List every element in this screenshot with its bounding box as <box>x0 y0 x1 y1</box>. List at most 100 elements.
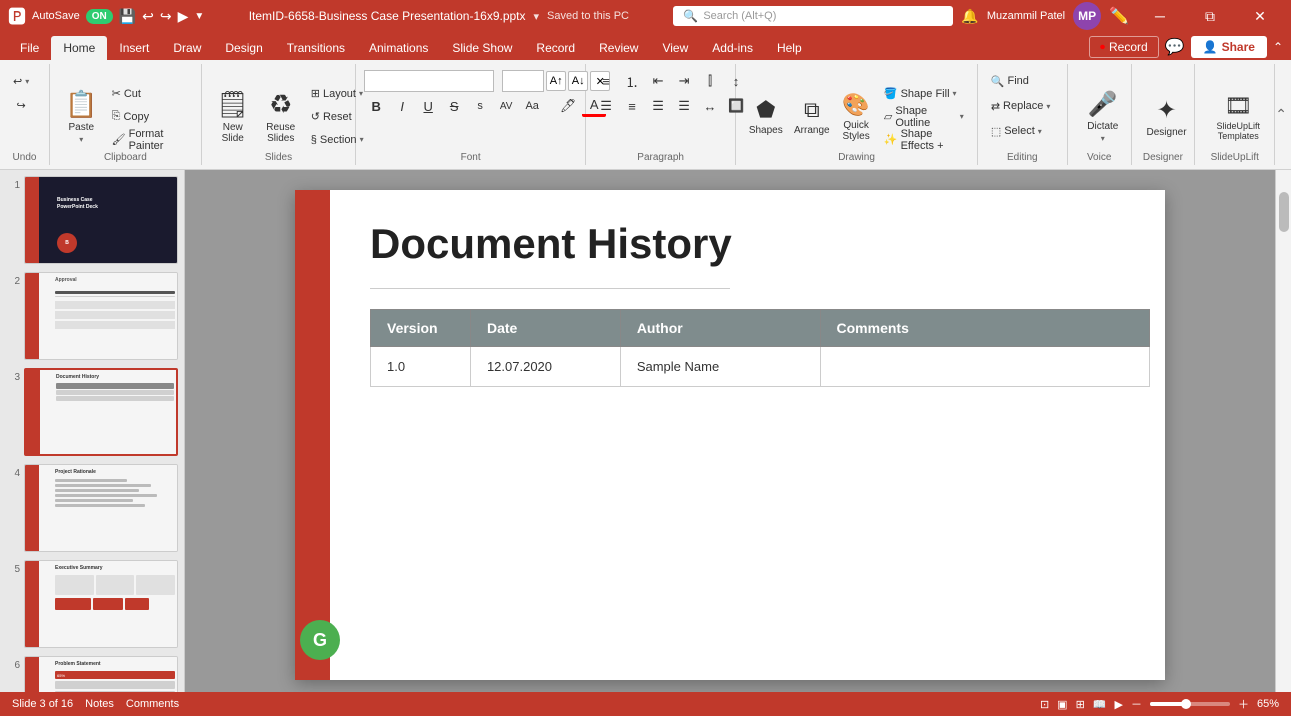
quick-styles-button[interactable]: 🎨 Quick Styles <box>836 84 876 150</box>
copy-button[interactable]: ⎘ Copy <box>107 106 193 128</box>
numbered-list-button[interactable]: ⒈ <box>620 70 644 92</box>
ribbon-collapse-btn[interactable]: ⌃ <box>1275 106 1287 123</box>
shape-outline-button[interactable]: ▱ Shape Outline ▾ <box>879 106 969 128</box>
slide-thumb-2[interactable]: 2 Approval <box>4 270 180 362</box>
zoom-slider[interactable] <box>1150 702 1230 706</box>
slide-thumb-3[interactable]: 3 Document History <box>4 366 180 458</box>
user-avatar[interactable]: MP <box>1073 2 1101 30</box>
slide-preview-6[interactable]: Problem Statement 65% <box>24 656 178 692</box>
tab-transitions[interactable]: Transitions <box>275 36 357 60</box>
reading-view-icon[interactable]: 📖 <box>1093 698 1107 711</box>
text-direction-button[interactable]: ↔ <box>698 95 722 117</box>
find-button[interactable]: 🔍 Find <box>986 70 1056 92</box>
select-button[interactable]: ⬚ Select ▾ <box>986 120 1056 142</box>
redo-button[interactable]: ↪ <box>12 94 31 116</box>
font-size-input[interactable] <box>502 70 544 92</box>
restore-button[interactable]: ⧉ <box>1187 0 1233 32</box>
strikethrough-button[interactable]: S <box>442 95 466 117</box>
zoom-slider-thumb[interactable] <box>1181 699 1191 709</box>
zoom-level[interactable]: 65% <box>1257 698 1279 710</box>
comments-button[interactable]: Comments <box>126 698 179 710</box>
tab-home[interactable]: Home <box>51 36 107 60</box>
char-spacing-button[interactable]: AV <box>494 95 518 117</box>
tab-view[interactable]: View <box>650 36 700 60</box>
justify-button[interactable]: ☰ <box>672 95 696 117</box>
bullets-button[interactable]: ≡ <box>594 70 618 92</box>
underline-button[interactable]: U <box>416 95 440 117</box>
replace-button[interactable]: ⇄ Replace ▾ <box>986 95 1056 117</box>
format-painter-button[interactable]: 🖌 Format Painter <box>107 129 193 151</box>
slide-thumb-5[interactable]: 5 Executive Summary <box>4 558 180 650</box>
window-controls: ─ ⧉ ✕ <box>1137 0 1283 32</box>
tab-addins[interactable]: Add-ins <box>700 36 765 60</box>
tab-draw[interactable]: Draw <box>161 36 213 60</box>
normal-view-icon[interactable]: ▣ <box>1057 698 1067 711</box>
align-right-button[interactable]: ☰ <box>646 95 670 117</box>
undo-button[interactable]: ↩ ▾ <box>8 70 34 92</box>
shadow-button[interactable]: s <box>468 95 492 117</box>
slide-preview-4[interactable]: Project Rationale <box>24 464 178 552</box>
slide-sorter-icon[interactable]: ⊞ <box>1076 698 1085 711</box>
increase-indent-button[interactable]: ⇥ <box>672 70 696 92</box>
canvas-area[interactable]: G Document History Version Date Author C… <box>185 170 1275 692</box>
slideshow-icon[interactable]: ▶ <box>1115 698 1123 711</box>
columns-button[interactable]: ⫿ <box>698 70 722 92</box>
fit-slide-icon[interactable]: ⊡ <box>1040 698 1049 711</box>
search-box[interactable]: 🔍 Search (Alt+Q) <box>673 6 953 26</box>
tab-insert[interactable]: Insert <box>107 36 161 60</box>
vertical-scrollbar[interactable] <box>1279 192 1289 232</box>
zoom-out-button[interactable]: － <box>1131 696 1142 712</box>
dictate-button[interactable]: 🎤 Dictate ▾ <box>1076 84 1130 150</box>
paste-button[interactable]: 📋 Paste ▾ <box>58 84 105 150</box>
slide-preview-5[interactable]: Executive Summary <box>24 560 178 648</box>
align-center-button[interactable]: ≡ <box>620 95 644 117</box>
change-case-button[interactable]: Aa <box>520 95 544 117</box>
shape-effects-button[interactable]: ✨ Shape Effects + <box>879 129 969 151</box>
slide-preview-2[interactable]: Approval <box>24 272 178 360</box>
tab-review[interactable]: Review <box>587 36 650 60</box>
new-slide-button[interactable]: 🗒 New Slide <box>210 84 256 150</box>
undo-quick-icon[interactable]: ↩ <box>142 8 154 25</box>
bold-button[interactable]: B <box>364 95 388 117</box>
comments-icon[interactable]: 💬 <box>1165 37 1185 57</box>
slide-thumb-6[interactable]: 6 Problem Statement 65% <box>4 654 180 692</box>
tab-record[interactable]: Record <box>524 36 587 60</box>
shape-fill-button[interactable]: 🪣 Shape Fill ▾ <box>879 83 969 105</box>
record-button[interactable]: ⏺ Record <box>1089 36 1159 58</box>
align-left-button[interactable]: ☰ <box>594 95 618 117</box>
save-icon[interactable]: 💾 <box>119 8 136 25</box>
decrease-indent-button[interactable]: ⇤ <box>646 70 670 92</box>
slide-thumb-1[interactable]: 1 Business CasePowerPoint Deck B <box>4 174 180 266</box>
zoom-in-button[interactable]: ＋ <box>1238 696 1249 712</box>
alert-icon[interactable]: 🔔 <box>961 8 978 25</box>
italic-button[interactable]: I <box>390 95 414 117</box>
present-icon[interactable]: ▶ <box>178 8 189 25</box>
tab-file[interactable]: File <box>8 36 51 60</box>
highlight-button[interactable]: 🖊 <box>556 95 580 117</box>
arrange-button[interactable]: ⧉ Arrange <box>790 84 833 150</box>
ribbon-collapse-icon[interactable]: ⌃ <box>1273 40 1283 54</box>
slide-preview-1[interactable]: Business CasePowerPoint Deck B <box>24 176 178 264</box>
autosave-toggle[interactable]: ON <box>86 9 113 24</box>
slide-thumb-4[interactable]: 4 Project Rationale <box>4 462 180 554</box>
minimize-button[interactable]: ─ <box>1137 0 1183 32</box>
close-button[interactable]: ✕ <box>1237 0 1283 32</box>
share-button[interactable]: 👤 Share <box>1191 36 1267 58</box>
redo-quick-icon[interactable]: ↪ <box>160 8 172 25</box>
tab-slideshow[interactable]: Slide Show <box>440 36 524 60</box>
tab-design[interactable]: Design <box>213 36 274 60</box>
new-slide-icon: 🗒 <box>216 89 249 120</box>
pen-icon[interactable]: ✏️ <box>1109 6 1129 26</box>
notes-button[interactable]: Notes <box>85 698 114 710</box>
reuse-slides-button[interactable]: ♻ Reuse Slides <box>258 84 304 150</box>
designer-button[interactable]: ✦ Designer <box>1140 84 1194 150</box>
font-name-input[interactable] <box>364 70 494 92</box>
shapes-button[interactable]: ⬟ Shapes <box>744 84 787 150</box>
slideuplift-templates-button[interactable]: 🎞 SlideUpLift Templates <box>1203 84 1273 150</box>
increase-font-button[interactable]: A↑ <box>546 71 566 91</box>
dropdown-quick-icon[interactable]: ▼ <box>194 11 204 22</box>
tab-animations[interactable]: Animations <box>357 36 440 60</box>
tab-help[interactable]: Help <box>765 36 814 60</box>
slide-preview-3[interactable]: Document History <box>24 368 178 456</box>
cut-button[interactable]: ✂ Cut <box>107 83 193 105</box>
